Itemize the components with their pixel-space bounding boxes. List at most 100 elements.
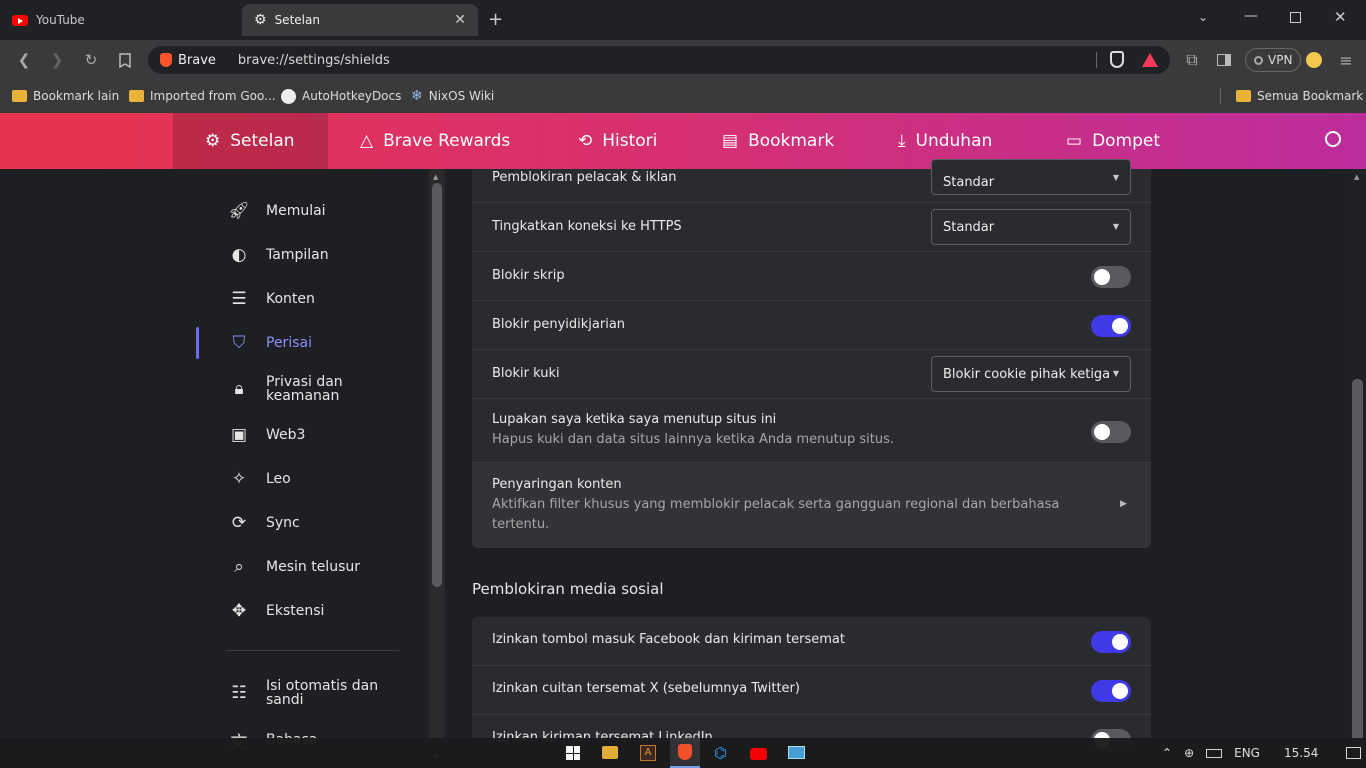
scroll-up-arrow[interactable]: ▲ [1354, 173, 1359, 181]
sidebar-item-label: Mesin telusur [266, 559, 360, 575]
network-globe-icon[interactable]: ⊕ [1184, 746, 1194, 760]
scrollbar-thumb[interactable] [1352, 379, 1363, 759]
sidebar-item-memulai[interactable]: 🚀︎ Memulai [196, 191, 428, 231]
fingerprint-toggle[interactable] [1091, 315, 1131, 337]
twitter-toggle[interactable] [1091, 680, 1131, 702]
setting-row-cookie: Blokir kuki Blokir cookie pihak ketiga ▼ [472, 350, 1151, 399]
sidebar-item-mesin-telusur[interactable]: ⌕ Mesin telusur [196, 547, 428, 587]
select-value: Blokir cookie pihak ketiga [943, 366, 1111, 382]
sidebar-toggle-icon[interactable] [1212, 48, 1236, 72]
sidebar-item-sync[interactable]: ⟳ Sync [196, 503, 428, 543]
youtube-icon[interactable] [750, 748, 767, 760]
bookmark-label: NixOS Wiki [428, 89, 495, 103]
url-text[interactable]: brave://settings/shields [238, 53, 390, 68]
github-icon [281, 88, 296, 104]
facebook-toggle[interactable] [1091, 631, 1131, 653]
tab-setelan[interactable]: ⚙ Setelan ✕ [242, 4, 478, 36]
vpn-status-icon [1254, 55, 1263, 65]
sidebar-item-tampilan[interactable]: ◐ Tampilan [196, 235, 428, 275]
minimize-button[interactable]: — [1244, 8, 1258, 24]
chevron-up-icon[interactable]: ⌃ [1162, 746, 1172, 760]
extensions-icon[interactable]: ⧉ [1180, 48, 1204, 72]
remote-desktop-icon[interactable] [788, 746, 805, 759]
setting-row-tracker: Pemblokiran pelacak & iklan Standar ▼ [472, 159, 1151, 203]
nav-setelan[interactable]: ⚙ Setelan [173, 113, 328, 169]
close-window-button[interactable]: ✕ [1334, 8, 1347, 26]
file-explorer-icon[interactable] [602, 746, 618, 759]
shields-icon[interactable] [1110, 51, 1124, 68]
setting-label: Izinkan cuitan tersemat X (sebelumnya Tw… [492, 681, 800, 696]
sidebar-item-label: Sync [266, 515, 300, 531]
triangle-icon: △ [360, 131, 374, 151]
notification-icon[interactable] [1346, 747, 1362, 759]
content-filter-row[interactable]: Penyaringan konten Aktifkan filter khusu… [472, 463, 1151, 548]
bookmark-label: Imported from Goo... [150, 89, 276, 103]
tab-youtube[interactable]: YouTube [0, 4, 236, 36]
nav-bookmark[interactable]: ▤ Bookmark [706, 113, 850, 169]
app-icon[interactable]: A [640, 745, 656, 761]
tab-search-button[interactable]: ⌄ [1198, 10, 1208, 24]
page-scrollbar[interactable]: ▲ [1350, 169, 1366, 768]
sidebar-item-label: Web3 [266, 427, 306, 443]
all-bookmarks[interactable]: Semua Bookmark [1236, 86, 1363, 106]
sidebar-item-label: Privasi dan keamanan [266, 374, 343, 404]
back-button[interactable]: ❮ [12, 48, 36, 72]
nav-label: Dompet [1092, 131, 1161, 151]
taskbar: A ⌬ ⌃ ⊕ ENG 15.54 [0, 738, 1366, 768]
youtube-icon [12, 14, 28, 26]
reload-button[interactable]: ↻ [79, 48, 103, 72]
forget-toggle[interactable] [1091, 421, 1131, 443]
sidebar-item-isi-otomatis[interactable]: ☷ Isi otomatis dan sandi [196, 671, 428, 715]
nav-label: Unduhan [915, 131, 993, 151]
shield-icon: ⛉ [232, 333, 246, 353]
forward-button[interactable]: ❯ [45, 48, 69, 72]
sidebar-item-web3[interactable]: ▣ Web3 [196, 415, 428, 455]
cookie-select[interactable]: Blokir cookie pihak ketiga ▼ [931, 356, 1131, 392]
bookmark-item[interactable]: ❄ NixOS Wiki [411, 86, 494, 106]
sidebar-item-label: Perisai [266, 335, 312, 351]
rewards-triangle-icon[interactable] [1142, 53, 1158, 67]
sidebar-scrollbar[interactable]: ▲ ▼ [429, 169, 445, 768]
nav-histori[interactable]: ⟲ Histori [562, 113, 673, 169]
bookmark-item[interactable]: AutoHotkeyDocs [281, 86, 401, 106]
tracker-select[interactable]: Standar ▼ [931, 159, 1131, 195]
sidebar-item-label: Memulai [266, 203, 326, 219]
scrollbar-thumb[interactable] [432, 183, 442, 587]
battery-icon[interactable] [1206, 748, 1223, 758]
address-bar[interactable]: Brave brave://settings/shields [148, 46, 1170, 74]
vscode-icon[interactable]: ⌬ [714, 744, 727, 762]
setting-description: Aktifkan filter khusus yang memblokir pe… [492, 497, 1060, 532]
close-icon[interactable]: ✕ [454, 12, 466, 28]
windows-start-icon[interactable] [566, 746, 580, 760]
bookmark-icon[interactable] [113, 48, 137, 72]
menu-icon[interactable]: ≡ [1334, 48, 1358, 72]
chevron-down-icon: ▼ [1112, 173, 1119, 182]
nav-brave-rewards[interactable]: △ Brave Rewards [344, 113, 526, 169]
setting-row-twitter: Izinkan cuitan tersemat X (sebelumnya Tw… [472, 666, 1151, 715]
script-toggle[interactable] [1091, 266, 1131, 288]
folder-icon [12, 90, 27, 102]
clock[interactable]: 15.54 [1284, 746, 1318, 760]
sidebar-item-perisai[interactable]: ⛉ Perisai [196, 323, 428, 363]
sidebar-item-leo[interactable]: ✧ Leo [196, 459, 428, 499]
setting-label: Izinkan tombol masuk Facebook dan kirima… [492, 632, 845, 647]
restore-button[interactable] [1290, 12, 1301, 23]
sidebar-item-ekstensi[interactable]: ✥ Ekstensi [196, 591, 428, 631]
vpn-button[interactable]: VPN [1245, 48, 1302, 72]
setting-row-script: Blokir skrip [472, 252, 1151, 301]
nav-label: Brave Rewards [383, 131, 511, 151]
https-select[interactable]: Standar ▼ [931, 209, 1131, 245]
brave-taskbar-icon[interactable] [670, 738, 700, 768]
sidebar-item-privasi[interactable]: 🔒︎ Privasi dan keamanan [196, 367, 428, 411]
wallet-icon: ▭ [1066, 131, 1083, 151]
gear-icon: ⚙ [205, 131, 221, 151]
bookmark-label: Bookmark lain [33, 89, 120, 103]
leo-wallet-icon[interactable] [1306, 52, 1322, 68]
language-indicator[interactable]: ENG [1234, 746, 1260, 760]
bookmark-item[interactable]: Imported from Goo... [129, 86, 276, 106]
new-tab-button[interactable]: + [488, 9, 503, 30]
sidebar-item-konten[interactable]: ☰ Konten [196, 279, 428, 319]
scroll-up-arrow[interactable]: ▲ [433, 173, 438, 181]
search-icon[interactable] [1325, 131, 1341, 147]
bookmark-item[interactable]: Bookmark lain [12, 86, 119, 106]
